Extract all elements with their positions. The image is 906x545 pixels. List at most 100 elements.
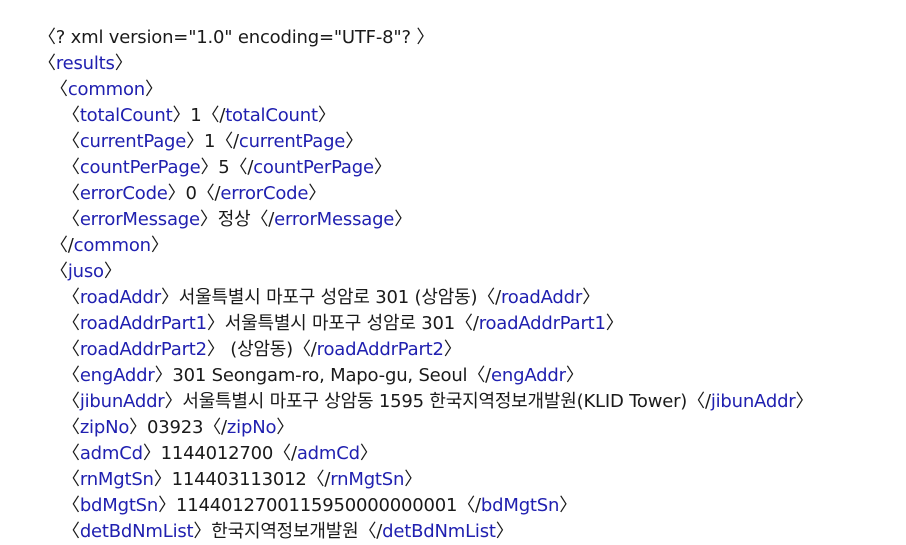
open-bracket: 〈/ — [196, 183, 221, 204]
xml-line: 〈juso〉 — [38, 259, 898, 285]
xml-line: 〈errorMessage〉정상〈/errorMessage〉 — [38, 207, 898, 233]
tag-name: juso — [67, 261, 104, 282]
tag-value: 서울특별시 마포구 상암동 1595 한국지역정보개발원(KLID Tower) — [182, 391, 688, 412]
close-bracket: 〉 — [359, 443, 378, 464]
close-bracket: 〉 — [154, 365, 173, 386]
xml-line: 〈/common〉 — [38, 233, 898, 259]
open-bracket: 〈 — [62, 157, 80, 178]
tag-name: totalCount — [79, 105, 173, 126]
close-bracket: 〉 — [199, 209, 218, 230]
close-bracket: 〉 — [559, 495, 578, 516]
open-bracket: 〈/ — [455, 313, 479, 334]
open-bracket: 〈 — [62, 391, 80, 412]
tag-value: 5 — [218, 157, 230, 178]
tag-name: results — [55, 53, 115, 74]
xml-line: 〈rnMgtSn〉114403113012〈/rnMgtSn〉 — [38, 467, 898, 493]
open-bracket: 〈/ — [457, 495, 481, 516]
xml-line: 〈common〉 — [38, 77, 898, 103]
close-bracket: 〉 — [394, 209, 412, 230]
open-bracket: 〈 — [38, 53, 56, 74]
open-bracket: 〈 — [62, 469, 80, 490]
close-bracket: 〉 — [404, 469, 423, 490]
open-bracket: 〈 — [62, 313, 80, 334]
xml-line: 〈results〉 — [38, 51, 898, 77]
xml-line: 〈jibunAddr〉서울특별시 마포구 상암동 1595 한국지역정보개발원(… — [38, 389, 898, 415]
tag-value: 서울특별시 마포구 성암로 301 (상암동) — [178, 287, 478, 308]
close-bracket: 〉 — [200, 157, 219, 178]
open-bracket: 〈/ — [50, 235, 74, 256]
open-bracket: 〈/ — [273, 443, 297, 464]
tag-name: roadAddrPart2 — [79, 339, 207, 360]
tag-name: admCd — [79, 443, 143, 464]
close-bracket: 〉 — [158, 495, 176, 516]
tag-name: common — [67, 79, 146, 100]
open-bracket: 〈/ — [203, 417, 227, 438]
close-bracket: 〉 — [373, 157, 392, 178]
tag-value: 서울특별시 마포구 성암로 301 — [224, 313, 456, 334]
open-bracket: 〈 — [62, 365, 80, 386]
xml-line: 〈roadAddrPart1〉서울특별시 마포구 성암로 301〈/roadAd… — [38, 311, 898, 337]
open-bracket: 〈/ — [201, 105, 226, 126]
close-bracket: 〉 — [172, 105, 191, 126]
open-bracket: 〈/ — [687, 391, 711, 412]
xml-line: 〈roadAddr〉서울특별시 마포구 성암로 301 (상암동)〈/roadA… — [38, 285, 898, 311]
open-bracket: 〈/ — [477, 287, 501, 308]
tag-name: jibunAddr — [710, 391, 796, 412]
close-bracket: 〉 — [150, 235, 169, 256]
close-bracket: 〉 — [153, 469, 172, 490]
tag-name: rnMgtSn — [330, 469, 405, 490]
xml-line: 〈engAddr〉301 Seongam-ro, Mapo-gu, Seoul〈… — [38, 363, 898, 389]
tag-value: 1144012700115950000000001 — [175, 495, 458, 516]
open-bracket: 〈 — [62, 521, 80, 542]
tag-value: 한국지역정보개발원 — [211, 521, 359, 542]
tag-value: 0 — [185, 183, 197, 204]
tag-name: currentPage — [238, 131, 346, 152]
tag-name: roadAddrPart1 — [478, 313, 606, 334]
close-bracket: 〉 — [167, 183, 186, 204]
tag-name: rnMgtSn — [79, 469, 154, 490]
open-bracket: 〈 — [62, 183, 80, 204]
open-bracket: 〈/ — [306, 469, 331, 490]
close-bracket: 〉 — [142, 443, 161, 464]
tag-name: errorMessage — [79, 209, 200, 230]
xml-line: 〈zipNo〉03923〈/zipNo〉 — [38, 415, 898, 441]
open-bracket: 〈/ — [292, 339, 317, 360]
tag-value: 03923 — [146, 417, 204, 438]
xml-line: 〈totalCount〉1〈/totalCount〉 — [38, 103, 898, 129]
tag-name: bdMgtSn — [480, 495, 560, 516]
close-bracket: 〉 — [145, 79, 163, 100]
tag-name: errorCode — [220, 183, 309, 204]
tag-name: countPerPage — [79, 157, 201, 178]
close-bracket: 〉 — [164, 391, 183, 412]
tag-name: engAddr — [79, 365, 155, 386]
close-bracket: 〉 — [206, 313, 225, 334]
close-bracket: 〉 — [582, 287, 600, 308]
close-bracket: 〉 — [160, 287, 179, 308]
xml-line: 〈currentPage〉1〈/currentPage〉 — [38, 129, 898, 155]
close-bracket: 〉 — [317, 105, 336, 126]
tag-name: currentPage — [79, 131, 187, 152]
tag-name: errorMessage — [274, 209, 395, 230]
open-bracket: 〈 — [62, 443, 80, 464]
close-bracket: 〉 — [193, 521, 212, 542]
tag-name: bdMgtSn — [79, 495, 159, 516]
tag-value: 1 — [190, 105, 202, 126]
open-bracket: 〈/ — [358, 521, 383, 542]
tag-name: zipNo — [226, 417, 277, 438]
tag-value: 301 Seongam-ro, Mapo-gu, Seoul — [172, 365, 468, 386]
tag-value: (상암동) — [224, 339, 293, 360]
xml-line: 〈bdMgtSn〉1144012700115950000000001〈/bdMg… — [38, 493, 898, 519]
open-bracket: 〈/ — [229, 157, 254, 178]
tag-name: totalCount — [225, 105, 318, 126]
close-bracket: 〉 — [276, 417, 295, 438]
xml-line: 〈roadAddrPart2〉 (상암동)〈/roadAddrPart2〉 — [38, 337, 898, 363]
close-bracket: 〉 — [495, 521, 514, 542]
tag-value: 114403113012 — [171, 469, 307, 490]
close-bracket: 〉 — [308, 183, 327, 204]
tag-name: jibunAddr — [79, 391, 165, 412]
xml-line: 〈? xml version="1.0" encoding="UTF-8"? 〉 — [38, 25, 898, 51]
tag-name: roadAddr — [79, 287, 161, 308]
open-bracket: 〈 — [62, 339, 80, 360]
xml-line: 〈admCd〉1144012700〈/admCd〉 — [38, 441, 898, 467]
open-bracket: 〈/ — [467, 365, 492, 386]
